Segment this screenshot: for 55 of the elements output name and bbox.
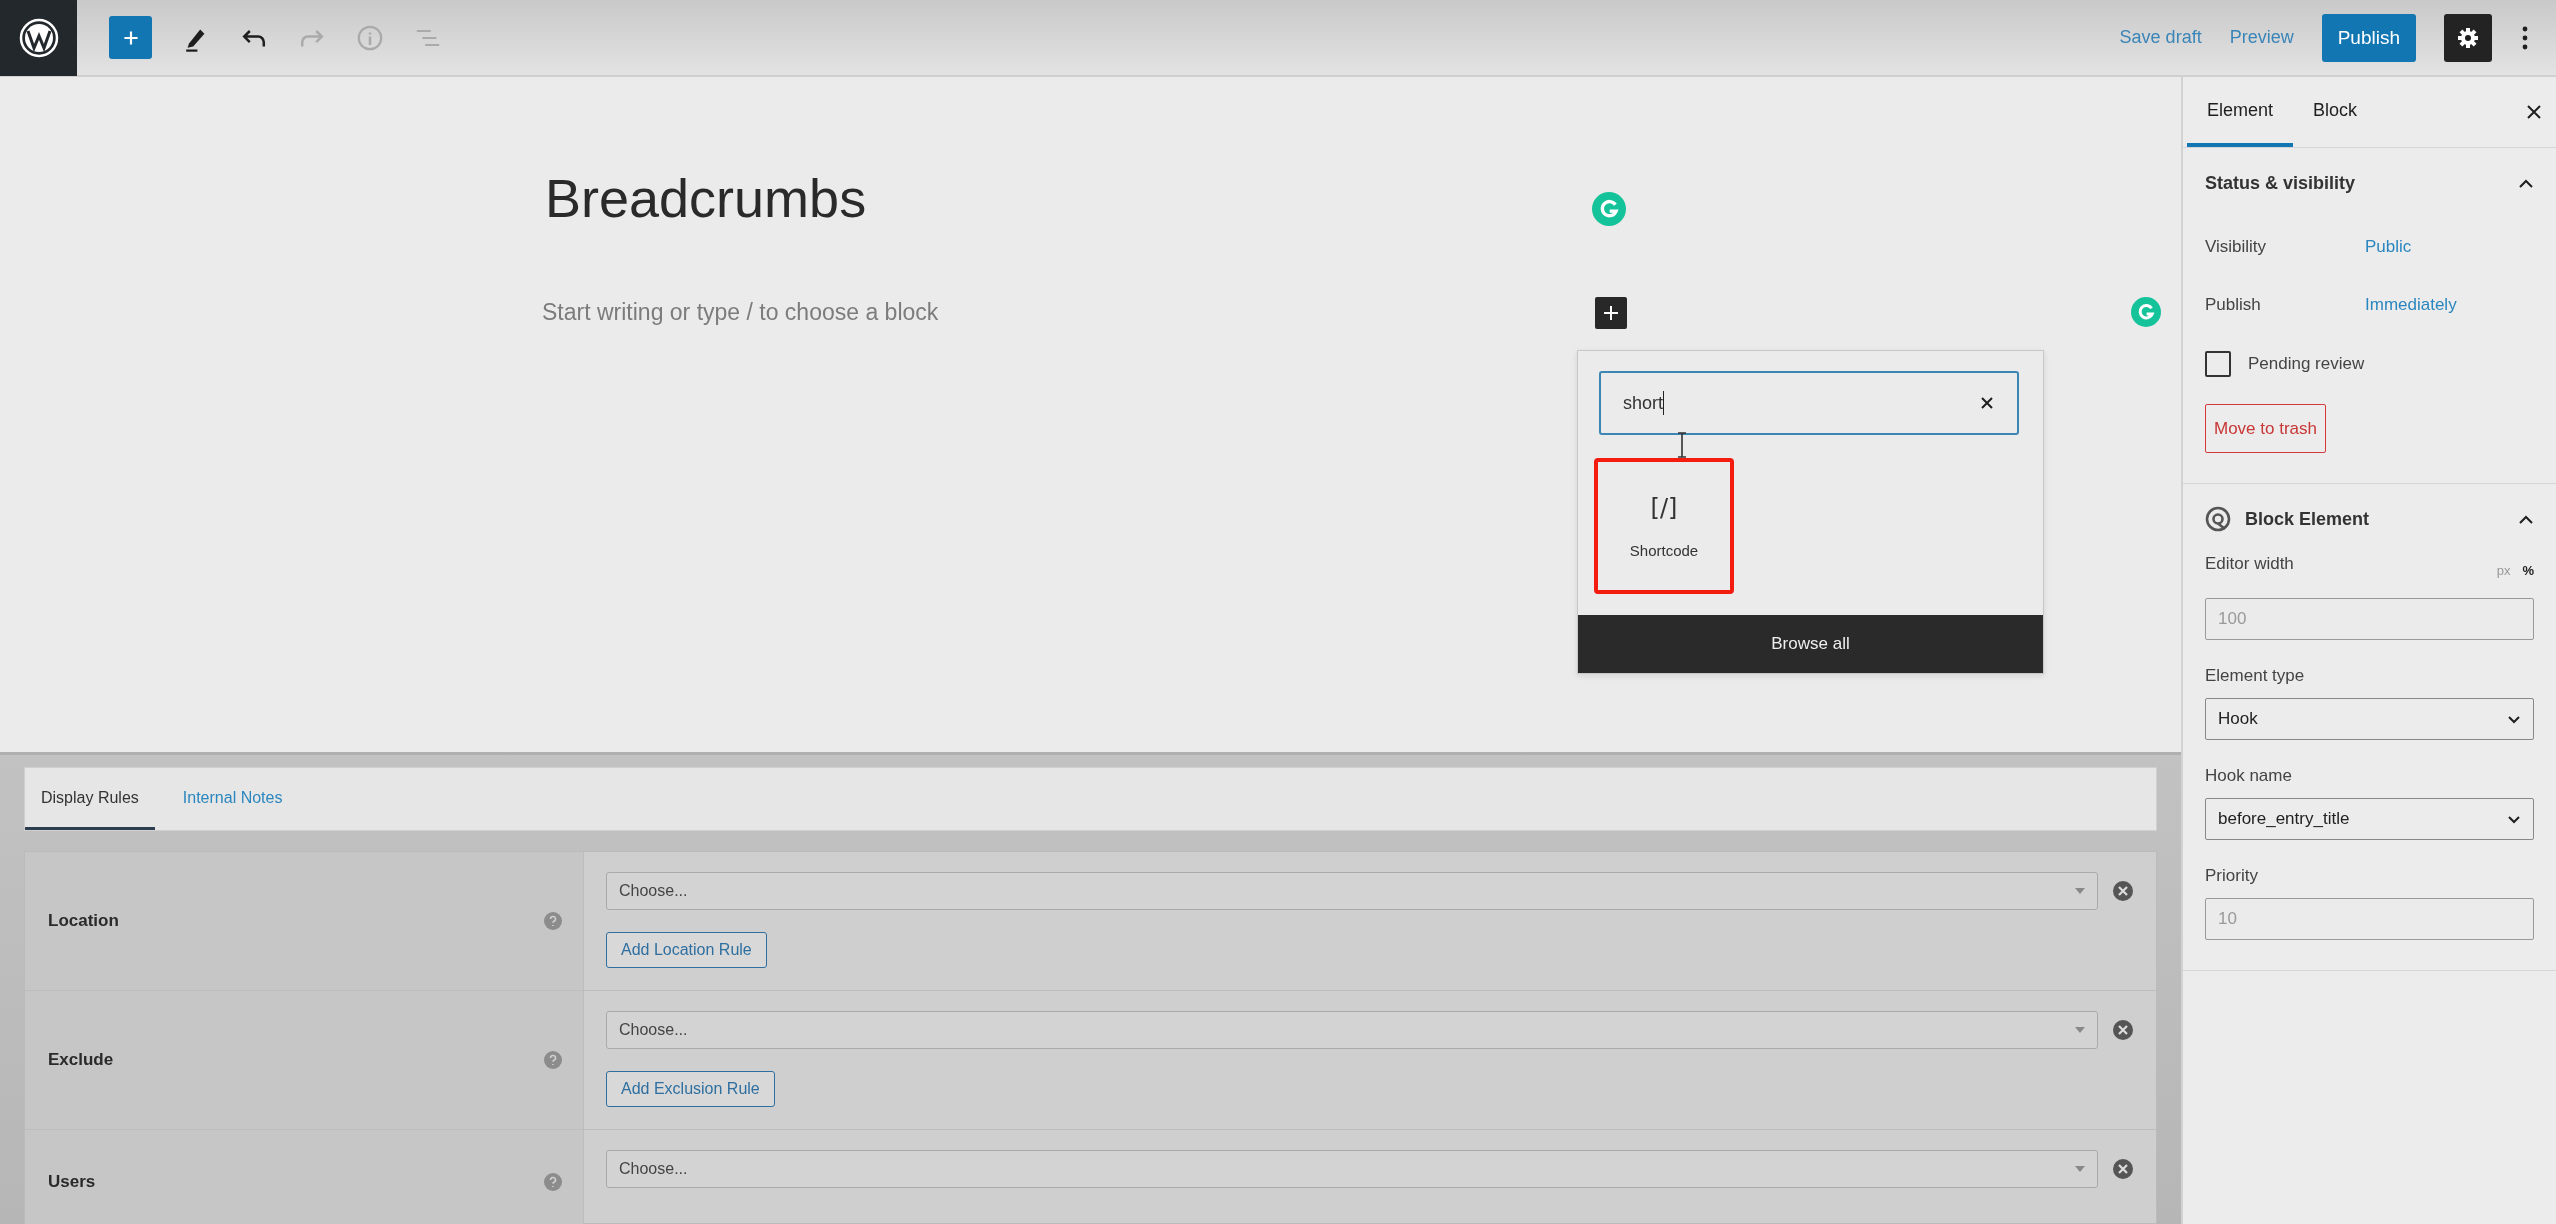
unit-toggle[interactable]: % [2522,562,2534,578]
dropdown-arrow-icon [2075,1027,2085,1033]
shortcode-icon: [/] [1650,493,1678,522]
rule-label: Location [48,911,119,931]
priority-input[interactable]: 10 [2205,898,2534,940]
close-icon[interactable] [2526,104,2542,120]
rule-label: Users [48,1172,96,1192]
gear-icon [2456,25,2480,50]
field-label: Element type [2205,666,2306,686]
checkbox[interactable] [2205,351,2231,377]
rule-label: Exclude [48,1050,114,1070]
search-field[interactable]: short [1599,371,2019,435]
remove-icon[interactable] [2112,880,2134,902]
text-cursor-icon [1675,432,1689,458]
plus-icon [1601,303,1621,323]
field-label: Hook name [2205,766,2293,786]
browse-all-button[interactable]: Browse all [1578,615,2043,673]
remove-icon[interactable] [2112,1158,2134,1180]
move-to-trash-button[interactable]: Move to trash [2205,404,2326,453]
chevron-down-icon [2507,714,2521,724]
remove-icon[interactable] [2112,1019,2134,1041]
add-block-button[interactable] [1595,297,1627,329]
rule-select[interactable]: Choose... [606,1150,2098,1188]
wordpress-logo[interactable] [0,0,77,76]
field-label: Visibility [2205,237,2268,257]
field-label: Editor width [2205,554,2294,574]
rule-select[interactable]: Choose... [606,872,2098,910]
dropdown-arrow-icon [2075,1166,2085,1172]
dropdown-arrow-icon [2075,888,2085,894]
block-element-icon [2205,506,2231,532]
add-rule-button[interactable]: Add Exclusion Rule [606,1071,775,1107]
add-rule-button[interactable]: Add Location Rule [606,932,767,968]
block-placeholder[interactable]: Start writing or type / to choose a block [542,299,939,326]
settings-button[interactable] [2444,13,2492,62]
panel-title[interactable]: Status & visibility [2205,172,2356,194]
clear-search-icon[interactable] [1979,395,1995,411]
rule-select[interactable]: Choose... [606,1011,2098,1049]
chevron-down-icon [2507,814,2521,824]
checkbox-label: Pending review [2248,354,2365,374]
post-title[interactable]: Breadcrumbs [545,167,867,229]
chevron-icon[interactable] [2518,514,2534,524]
select-field[interactable]: Hook [2205,698,2534,740]
setting-link[interactable]: Public [2365,237,2412,257]
metabox-tab[interactable]: Display Rules [25,768,155,830]
select-field[interactable]: before_entry_title [2205,798,2534,840]
editor-width-input[interactable]: 100 [2205,598,2534,640]
field-label: Priority [2205,866,2259,886]
block-result[interactable]: [/] Shortcode [1594,458,1734,594]
chevron-icon[interactable] [2518,178,2534,188]
field-label: Publish [2205,295,2262,315]
sidebar-tab[interactable]: Element [2187,77,2294,147]
setting-link[interactable]: Immediately [2365,295,2457,315]
sidebar-tab[interactable]: Block [2293,77,2378,147]
publish-button[interactable]: Publish [2321,13,2416,62]
panel-title[interactable]: Block Element [2245,508,2370,530]
